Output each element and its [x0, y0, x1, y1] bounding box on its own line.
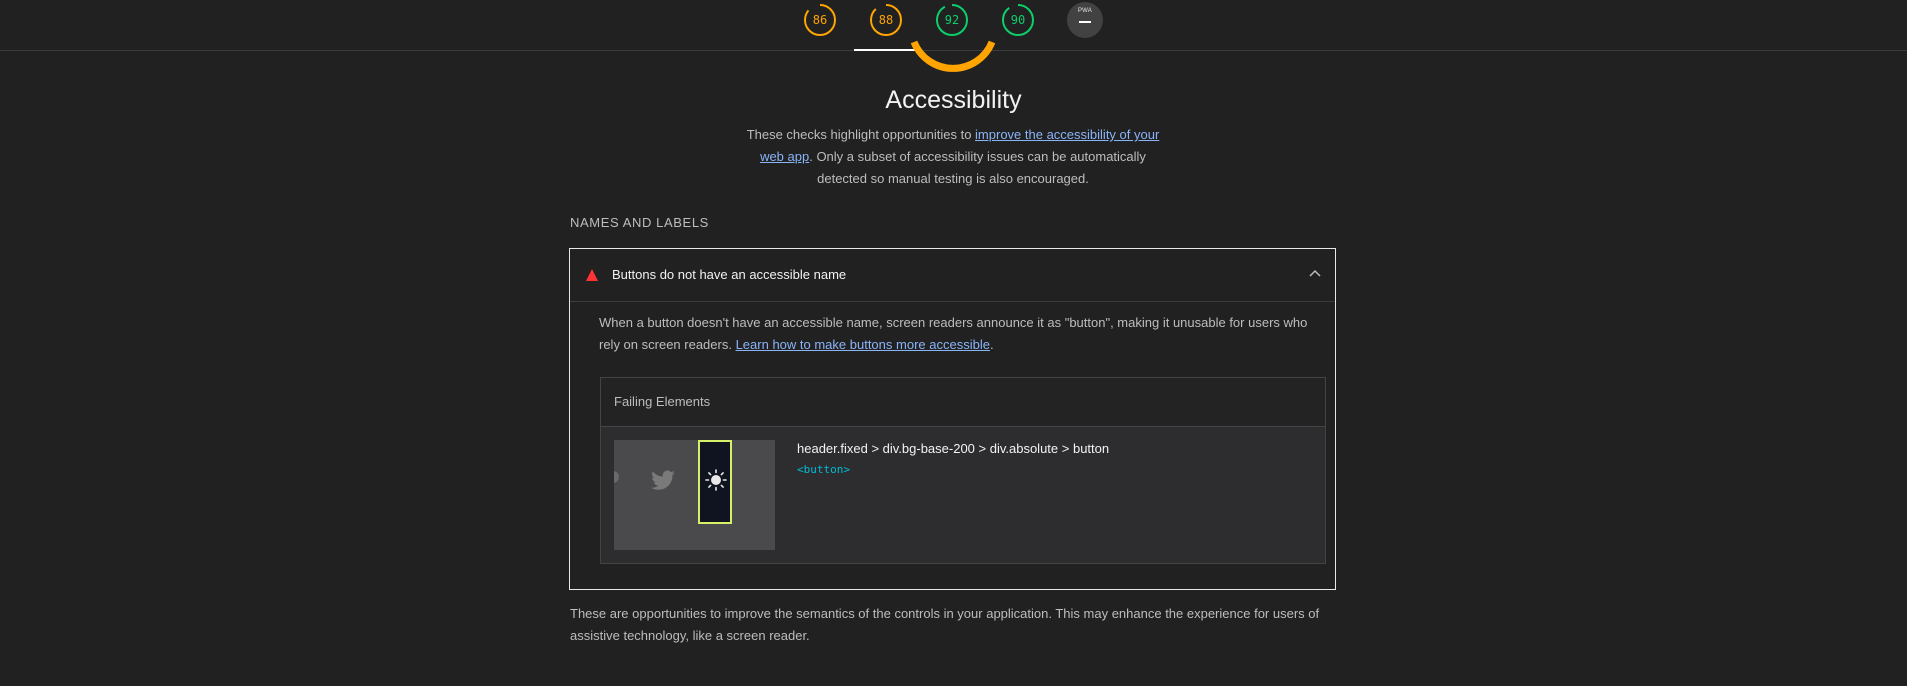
score-value: 88 — [878, 13, 894, 27]
category-description: These checks highlight opportunities to … — [734, 124, 1172, 190]
element-screenshot-thumbnail[interactable] — [614, 440, 775, 550]
learn-more-link[interactable]: Learn how to make buttons more accessibl… — [736, 337, 990, 352]
score-gauge-accessibility[interactable]: 88 — [869, 3, 903, 37]
audit-header[interactable]: Buttons do not have an accessible name — [570, 249, 1335, 302]
group-title: NAMES AND LABELS — [570, 215, 709, 230]
score-value: 90 — [1010, 13, 1026, 27]
chevron-up-icon[interactable] — [1309, 269, 1321, 277]
score-value: 86 — [812, 13, 828, 27]
pwa-label: PWA — [1077, 8, 1093, 14]
score-gauge-best-practices[interactable]: 92 — [935, 3, 969, 37]
failing-elements-table: Failing Elements header.fixed > div.bg-b… — [600, 377, 1326, 564]
category-desc-text-end: . Only a subset of accessibility issues … — [809, 149, 1146, 186]
pwa-dash-icon — [1079, 21, 1091, 23]
audit-buttons-accessible-name: Buttons do not have an accessible name W… — [569, 248, 1336, 590]
partial-icon — [614, 471, 619, 483]
pwa-badge[interactable]: PWA — [1067, 2, 1103, 38]
category-gauge-arc — [910, 40, 996, 72]
audit-description: When a button doesn't have an accessible… — [599, 312, 1319, 356]
table-header-label: Failing Elements — [614, 394, 711, 409]
table-header: Failing Elements — [601, 378, 1325, 427]
sun-icon — [705, 469, 727, 491]
category-title: Accessibility — [885, 86, 1022, 114]
score-gauge-seo[interactable]: 90 — [1001, 3, 1035, 37]
element-selector: header.fixed > div.bg-base-200 > div.abs… — [797, 441, 1110, 456]
element-snippet: <button> — [797, 463, 850, 476]
audit-desc-text-end: . — [989, 337, 994, 352]
twitter-icon — [651, 470, 675, 490]
fail-triangle-icon — [586, 269, 598, 281]
audit-title: Buttons do not have an accessible name — [612, 267, 847, 282]
group-description: These are opportunities to improve the s… — [570, 606, 1320, 643]
highlighted-button-box — [698, 440, 732, 524]
score-gauge-performance[interactable]: 86 — [803, 3, 837, 37]
score-value: 92 — [944, 13, 960, 27]
category-desc-text: These checks highlight opportunities to — [746, 127, 976, 142]
table-row[interactable]: header.fixed > div.bg-base-200 > div.abs… — [601, 427, 1325, 563]
